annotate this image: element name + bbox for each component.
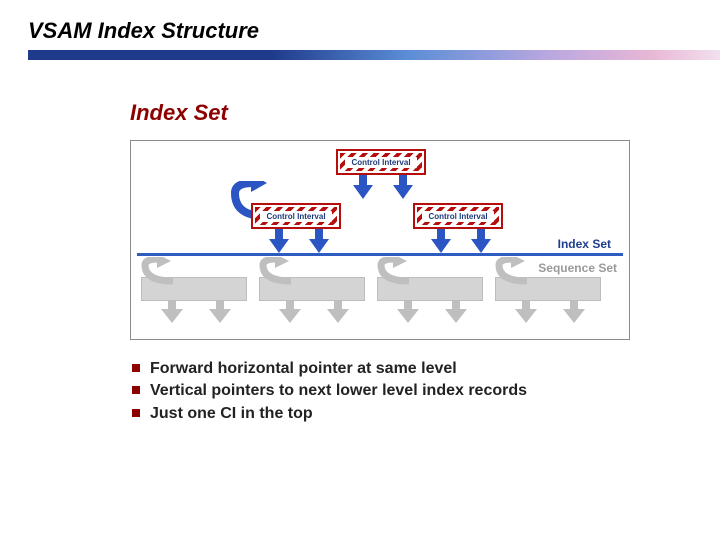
bullet-item: Vertical pointers to next lower level in…: [132, 380, 630, 402]
sequence-set-label: Sequence Set: [538, 261, 617, 275]
ci-label: Control Interval: [260, 211, 331, 222]
ci-label: Control Interval: [422, 211, 493, 222]
arrow-down-icon: [353, 185, 373, 199]
index-set-label: Index Set: [558, 237, 611, 251]
bullet-item: Just one CI in the top: [132, 403, 630, 425]
bullet-list: Forward horizontal pointer at same level…: [130, 358, 630, 425]
control-interval-top: Control Interval: [336, 149, 426, 175]
arrow-down-icon: [269, 239, 289, 253]
content-area: Index Set Control Interval Control Inter…: [0, 60, 720, 425]
gray-arrow-down-icon: [279, 309, 301, 323]
gray-arrow-down-icon: [563, 309, 585, 323]
gray-curve-icon: [369, 257, 419, 285]
title-underline: [28, 50, 720, 60]
divider-line: [137, 253, 623, 256]
gray-arrow-down-icon: [515, 309, 537, 323]
ci-label: Control Interval: [345, 157, 416, 168]
arrow-down-icon: [393, 185, 413, 199]
gray-arrow-down-icon: [445, 309, 467, 323]
arrow-down-icon: [431, 239, 451, 253]
title-bar: VSAM Index Structure: [0, 0, 720, 60]
control-interval-left: Control Interval: [251, 203, 341, 229]
page-title: VSAM Index Structure: [28, 18, 720, 44]
gray-arrow-down-icon: [327, 309, 349, 323]
control-interval-right: Control Interval: [413, 203, 503, 229]
bullet-item: Forward horizontal pointer at same level: [132, 358, 630, 380]
gray-arrow-down-icon: [161, 309, 183, 323]
gray-curve-icon: [487, 257, 537, 285]
diagram-frame: Control Interval Control Interval Contro…: [130, 140, 630, 340]
section-title: Index Set: [130, 100, 630, 126]
gray-arrow-down-icon: [209, 309, 231, 323]
gray-curve-icon: [251, 257, 301, 285]
arrow-down-icon: [309, 239, 329, 253]
gray-arrow-down-icon: [397, 309, 419, 323]
gray-curve-icon: [133, 257, 183, 285]
arrow-down-icon: [471, 239, 491, 253]
